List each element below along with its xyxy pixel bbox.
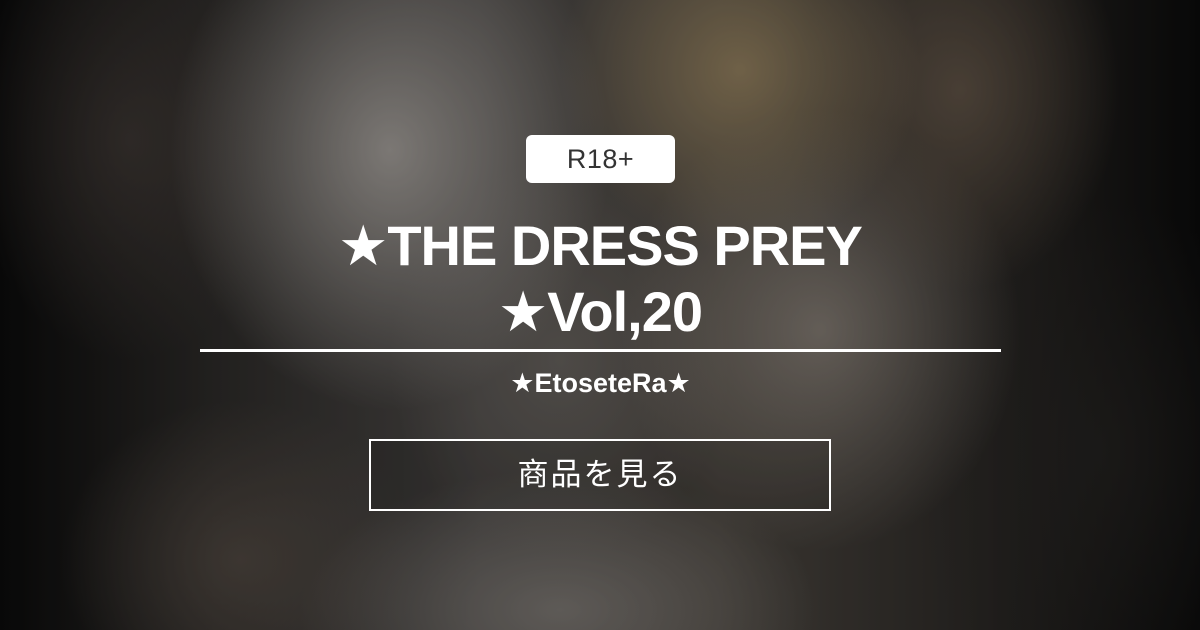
product-title-line-1: ★THE DRESS PREY	[338, 214, 863, 277]
card-content: R18+ ★THE DRESS PREY ★Vol,20 ★EtoseteRa★…	[0, 0, 1200, 630]
age-rating-badge: R18+	[526, 135, 675, 183]
product-title-line-2: ★Vol,20	[497, 280, 703, 343]
share-card: R18+ ★THE DRESS PREY ★Vol,20 ★EtoseteRa★…	[0, 0, 1200, 630]
view-product-button[interactable]: 商品を見る	[369, 439, 831, 511]
title-divider	[200, 349, 1001, 352]
creator-name: ★EtoseteRa★	[510, 368, 691, 398]
product-title: ★THE DRESS PREY ★Vol,20	[100, 213, 1100, 345]
